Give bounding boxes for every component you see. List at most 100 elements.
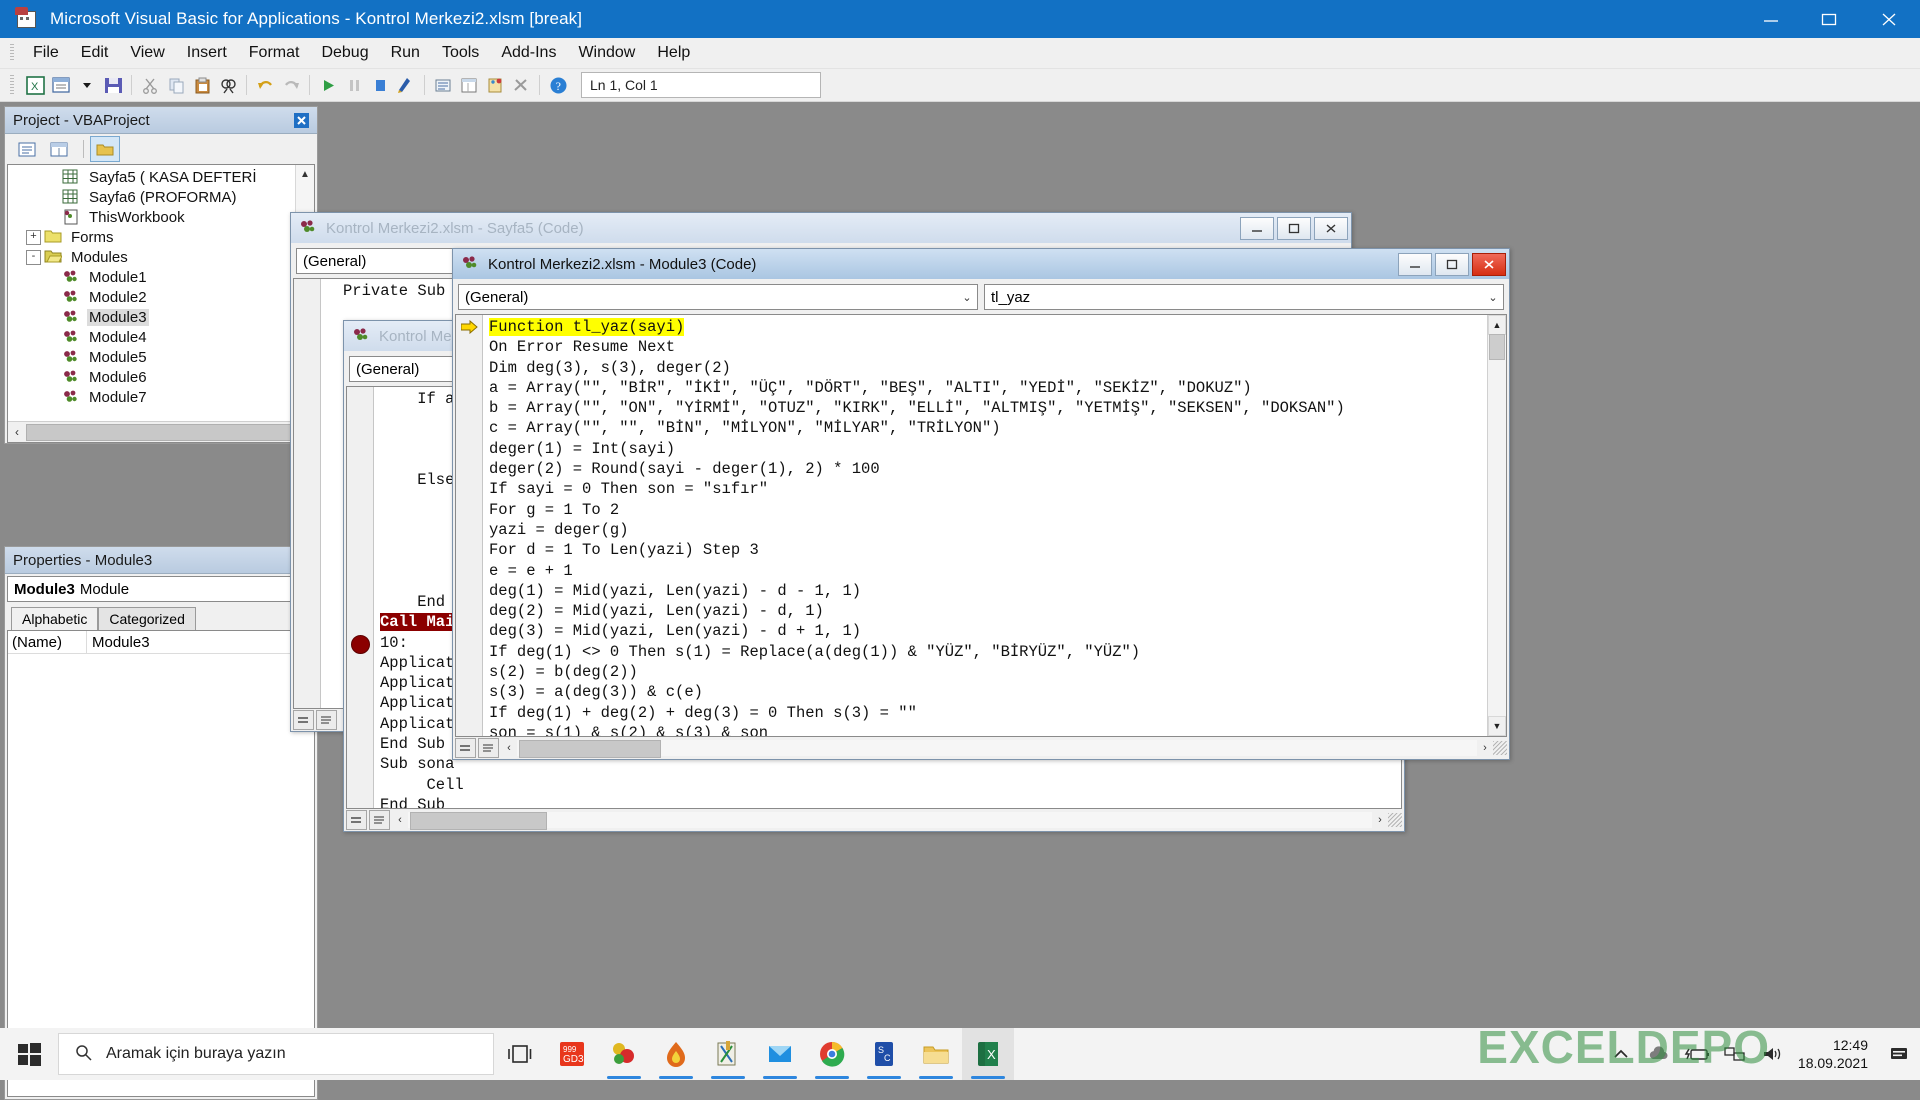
excel-icon[interactable]: X <box>962 1028 1014 1080</box>
code-line[interactable]: deger(1) = Int(sayi) <box>489 439 1487 459</box>
code-line[interactable]: If sayi = 0 Then son = "sıfır" <box>489 479 1487 499</box>
module3-hscroll-track[interactable] <box>517 740 1477 756</box>
find-icon[interactable] <box>215 72 241 98</box>
close-icon[interactable] <box>289 109 313 131</box>
properties-object-selector[interactable]: Module3 Module <box>7 576 315 602</box>
toggle-folders-icon[interactable] <box>90 136 120 162</box>
menu-edit[interactable]: Edit <box>70 41 120 65</box>
menu-window[interactable]: Window <box>567 41 646 65</box>
maximize-button[interactable] <box>1800 0 1858 38</box>
menu-grip[interactable] <box>10 44 14 62</box>
code-line[interactable]: Dim deg(3), s(3), deger(2) <box>489 358 1487 378</box>
battery-charging-icon[interactable] <box>1684 1041 1710 1067</box>
code-line[interactable]: c = Array("", "", "BİN", "MİLYON", "MİLY… <box>489 418 1487 438</box>
full-module-view-icon[interactable] <box>478 738 499 758</box>
code-line[interactable]: deg(1) = Mid(yazi, Len(yazi) - d - 1, 1) <box>489 581 1487 601</box>
sayfa5-titlebar[interactable]: Kontrol Merkezi2.xlsm - Sayfa5 (Code) <box>291 213 1351 243</box>
module3-procedure-combo[interactable]: tl_yaz ⌄ <box>984 284 1504 310</box>
cut-icon[interactable] <box>137 72 163 98</box>
procedure-view-icon[interactable] <box>293 710 314 730</box>
close-button[interactable] <box>1314 217 1348 240</box>
gd3-icon[interactable]: 999GD3 <box>546 1028 598 1080</box>
code-line[interactable]: a = Array("", "BİR", "İKİ", "ÜÇ", "DÖRT"… <box>489 378 1487 398</box>
paste-icon[interactable] <box>189 72 215 98</box>
code-line[interactable]: For g = 1 To 2 <box>489 500 1487 520</box>
procedure-view-icon[interactable] <box>455 738 476 758</box>
minimize-button[interactable] <box>1742 0 1800 38</box>
module3-titlebar[interactable]: Kontrol Merkezi2.xlsm - Module3 (Code) <box>453 249 1509 279</box>
tree-expander-icon[interactable]: + <box>26 230 41 245</box>
show-hidden-icons[interactable] <box>1608 1041 1634 1067</box>
property-row[interactable]: (Name) Module3 <box>8 631 314 654</box>
sc-app-icon[interactable]: SC <box>858 1028 910 1080</box>
tab-alphabetic[interactable]: Alphabetic <box>11 607 98 630</box>
code-line[interactable]: If deg(1) <> 0 Then s(1) = Replace(a(deg… <box>489 642 1487 662</box>
maximize-button[interactable] <box>1435 253 1469 276</box>
module3-object-combo[interactable]: (General) ⌄ <box>458 284 978 310</box>
scroll-left-arrow[interactable]: ‹ <box>8 423 26 441</box>
flame-app-icon[interactable] <box>650 1028 702 1080</box>
save-icon[interactable] <box>100 72 126 98</box>
taskbar-clock[interactable]: 12:49 18.09.2021 <box>1798 1036 1874 1072</box>
code-line[interactable]: s(2) = b(deg(2)) <box>489 662 1487 682</box>
tree-node-module2[interactable]: Module2 <box>8 287 314 307</box>
view-object-icon[interactable] <box>45 137 73 161</box>
reset-icon[interactable] <box>367 72 393 98</box>
userform-icon[interactable] <box>48 72 74 98</box>
code-line[interactable]: On Error Resume Next <box>489 337 1487 357</box>
tree-node-thisworkbook[interactable]: ThisWorkbook <box>8 207 314 227</box>
menu-help[interactable]: Help <box>646 41 701 65</box>
network-icon[interactable] <box>1722 1041 1748 1067</box>
project-tree[interactable]: Sayfa5 ( KASA DEFTERİSayfa6 (PROFORMA)Th… <box>7 164 315 443</box>
module3-code-area[interactable]: Function tl_yaz(sayi)On Error Resume Nex… <box>483 315 1487 736</box>
hscroll-right-arrow[interactable]: › <box>1477 742 1493 754</box>
code-line[interactable]: Function tl_yaz(sayi) <box>489 317 1487 337</box>
code-line[interactable]: s(3) = a(deg(3)) & c(e) <box>489 682 1487 702</box>
action-center-icon[interactable] <box>1886 1041 1912 1067</box>
code-line[interactable]: deg(3) = Mid(yazi, Len(yazi) - d + 1, 1) <box>489 621 1487 641</box>
resize-grip[interactable] <box>1493 741 1507 755</box>
excel-view-icon[interactable]: X <box>22 72 48 98</box>
code-line[interactable]: e = e + 1 <box>489 561 1487 581</box>
menu-run[interactable]: Run <box>380 41 431 65</box>
menu-format[interactable]: Format <box>238 41 311 65</box>
tree-node-forms[interactable]: +Forms <box>8 227 314 247</box>
code-line[interactable]: b = Array("", "ON", "YİRMİ", "OTUZ", "KI… <box>489 398 1487 418</box>
view-code-icon[interactable] <box>13 137 41 161</box>
scroll-up-arrow[interactable]: ▲ <box>1488 315 1506 335</box>
menu-insert[interactable]: Insert <box>176 41 238 65</box>
tree-node-sayfa5[interactable]: Sayfa5 ( KASA DEFTERİ <box>8 167 314 187</box>
scroll-up-arrow[interactable]: ▲ <box>296 165 314 183</box>
vscroll-thumb[interactable] <box>1489 334 1505 360</box>
full-module-view-icon[interactable] <box>316 710 337 730</box>
project-tree-hscrollbar[interactable]: ‹ <box>8 421 314 442</box>
breakpoint-icon[interactable] <box>351 635 370 654</box>
code-line[interactable]: If deg(1) + deg(2) + deg(3) = 0 Then s(3… <box>489 703 1487 723</box>
menu-addins[interactable]: Add-Ins <box>490 41 567 65</box>
toolbox-icon[interactable] <box>508 72 534 98</box>
help-icon[interactable]: ? <box>545 72 571 98</box>
code-line[interactable]: For d = 1 To Len(yazi) Step 3 <box>489 540 1487 560</box>
menu-view[interactable]: View <box>119 41 175 65</box>
maximize-button[interactable] <box>1277 217 1311 240</box>
redo-icon[interactable] <box>278 72 304 98</box>
properties-grid[interactable]: (Name) Module3 <box>7 630 315 1097</box>
design-mode-icon[interactable] <box>393 72 419 98</box>
module3-gutter[interactable] <box>456 315 483 736</box>
chevron-down-icon[interactable]: ⌄ <box>957 291 977 304</box>
break-icon[interactable] <box>341 72 367 98</box>
tree-node-module1[interactable]: Module1 <box>8 267 314 287</box>
menu-tools[interactable]: Tools <box>431 41 490 65</box>
property-value[interactable]: Module3 <box>87 631 314 653</box>
scroll-down-arrow[interactable]: ▼ <box>1488 716 1506 736</box>
mail-icon[interactable] <box>754 1028 806 1080</box>
design-app-icon[interactable] <box>702 1028 754 1080</box>
code-window-module3[interactable]: Kontrol Merkezi2.xlsm - Module3 (Code) (… <box>452 248 1510 760</box>
close-button[interactable] <box>1472 253 1506 276</box>
full-module-view-icon[interactable] <box>369 810 390 830</box>
hscroll-left-arrow[interactable]: ‹ <box>392 814 408 826</box>
task-view-icon[interactable] <box>494 1028 546 1080</box>
tree-expander-icon[interactable]: - <box>26 250 41 265</box>
undo-icon[interactable] <box>252 72 278 98</box>
code-line[interactable]: End Sub <box>380 795 1401 808</box>
